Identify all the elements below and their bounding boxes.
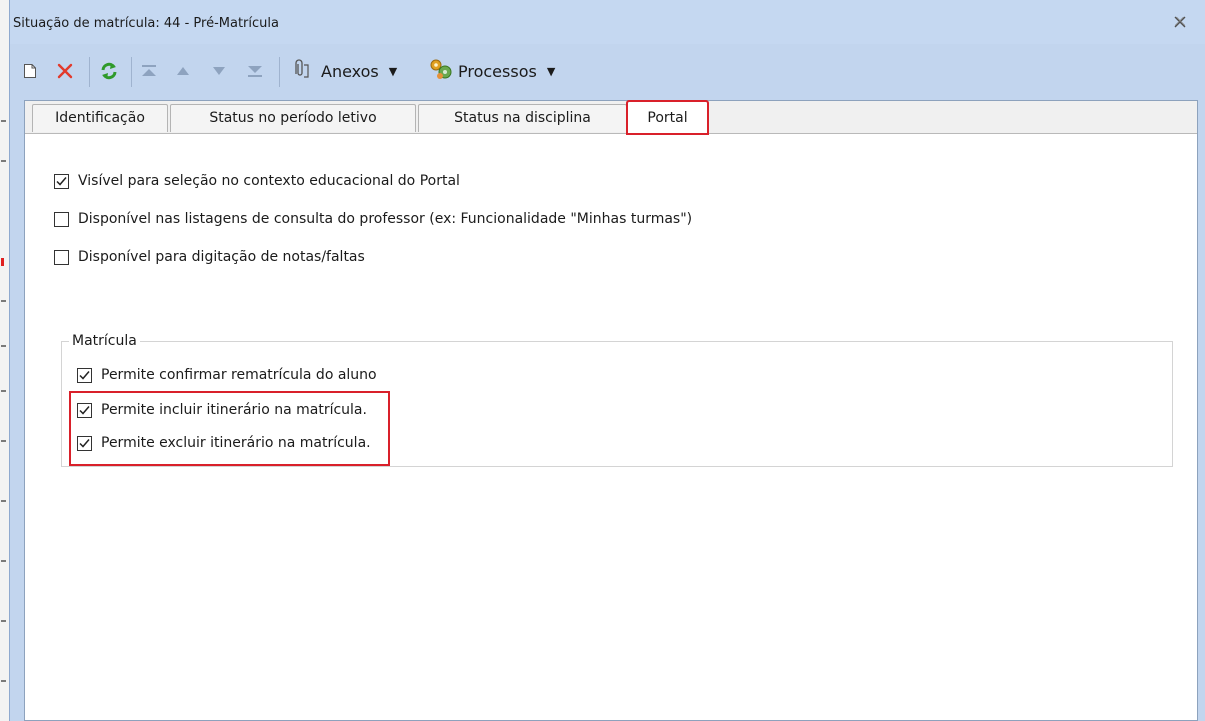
- incluir-itinerario-checkbox[interactable]: Permite incluir itinerário na matrícula.: [77, 402, 367, 418]
- disponivel-listagens-checkbox[interactable]: Disponível nas listagens de consulta do …: [54, 211, 692, 227]
- tab-identificacao[interactable]: Identificação: [32, 104, 168, 132]
- attachments-dropdown-button[interactable]: Anexos ▼: [291, 58, 415, 84]
- next-record-icon[interactable]: [208, 58, 230, 84]
- new-document-icon[interactable]: [19, 58, 41, 84]
- last-record-icon[interactable]: [244, 58, 266, 84]
- edge-mark: [1, 120, 6, 122]
- checkbox-label: Permite confirmar rematrícula do aluno: [101, 367, 377, 383]
- matricula-groupbox: Matrícula Permite confirmar rematrícula …: [61, 333, 1173, 467]
- attachments-label: Anexos: [321, 61, 379, 81]
- window-title: Situação de matrícula: 44 - Pré-Matrícul…: [13, 16, 279, 31]
- toolbar-separator: [131, 57, 132, 87]
- checkbox-label: Disponível para digitação de notas/falta…: [78, 249, 365, 265]
- edge-mark: [1, 620, 6, 622]
- processes-dropdown-button[interactable]: Processos ▼: [428, 58, 578, 84]
- checkbox-checked[interactable]: [77, 367, 92, 383]
- checkbox-checked[interactable]: [77, 402, 92, 418]
- edge-mark: [1, 300, 6, 302]
- first-record-icon[interactable]: [138, 58, 160, 84]
- tab-panel: Identificação Status no período letivo S…: [24, 100, 1198, 721]
- tab-strip: Identificação Status no período letivo S…: [25, 100, 1197, 135]
- edge-mark: [1, 390, 6, 392]
- disponivel-notas-checkbox[interactable]: Disponível para digitação de notas/falta…: [54, 249, 365, 265]
- chevron-down-icon: ▼: [546, 64, 556, 78]
- toolbar-separator: [279, 57, 280, 87]
- delete-x-icon[interactable]: [54, 58, 76, 84]
- group-legend: Matrícula: [69, 333, 140, 349]
- close-icon[interactable]: [1171, 14, 1189, 32]
- refresh-icon[interactable]: [97, 58, 121, 84]
- previous-record-icon[interactable]: [172, 58, 194, 84]
- checkbox-unchecked[interactable]: [54, 211, 69, 227]
- toolbar-separator: [89, 57, 90, 87]
- confirmar-rematricula-checkbox[interactable]: Permite confirmar rematrícula do aluno: [77, 367, 377, 383]
- checkbox-checked[interactable]: [54, 173, 69, 189]
- gears-icon: [428, 57, 454, 85]
- paperclip-icon: [291, 58, 317, 84]
- processes-label: Processos: [458, 61, 537, 81]
- checkbox-label: Permite incluir itinerário na matrícula.: [101, 402, 367, 418]
- edge-mark: [1, 440, 6, 442]
- tab-status-periodo-letivo[interactable]: Status no período letivo: [170, 104, 416, 132]
- tab-status-disciplina[interactable]: Status na disciplina: [418, 104, 627, 132]
- edge-mark: [1, 560, 6, 562]
- visivel-selecao-checkbox[interactable]: Visível para seleção no contexto educaci…: [54, 173, 460, 189]
- edge-mark: [1, 258, 4, 266]
- edge-mark: [1, 160, 6, 162]
- edge-mark: [1, 500, 6, 502]
- dialog-window: Situação de matrícula: 44 - Pré-Matrícul…: [9, 0, 1205, 721]
- edge-mark: [1, 680, 6, 682]
- excluir-itinerario-checkbox[interactable]: Permite excluir itinerário na matrícula.: [77, 435, 371, 451]
- toolbar: Anexos ▼ Processos ▼: [10, 48, 1205, 94]
- checkbox-unchecked[interactable]: [54, 249, 69, 265]
- edge-mark: [1, 345, 6, 347]
- tab-portal[interactable]: Portal: [626, 100, 709, 135]
- checkbox-label: Disponível nas listagens de consulta do …: [78, 211, 693, 227]
- chevron-down-icon: ▼: [388, 64, 398, 78]
- title-bar: Situação de matrícula: 44 - Pré-Matrícul…: [10, 0, 1205, 44]
- checkbox-label: Visível para seleção no contexto educaci…: [78, 173, 460, 189]
- checkbox-label: Permite excluir itinerário na matrícula.: [101, 435, 371, 451]
- checkbox-checked[interactable]: [77, 435, 92, 451]
